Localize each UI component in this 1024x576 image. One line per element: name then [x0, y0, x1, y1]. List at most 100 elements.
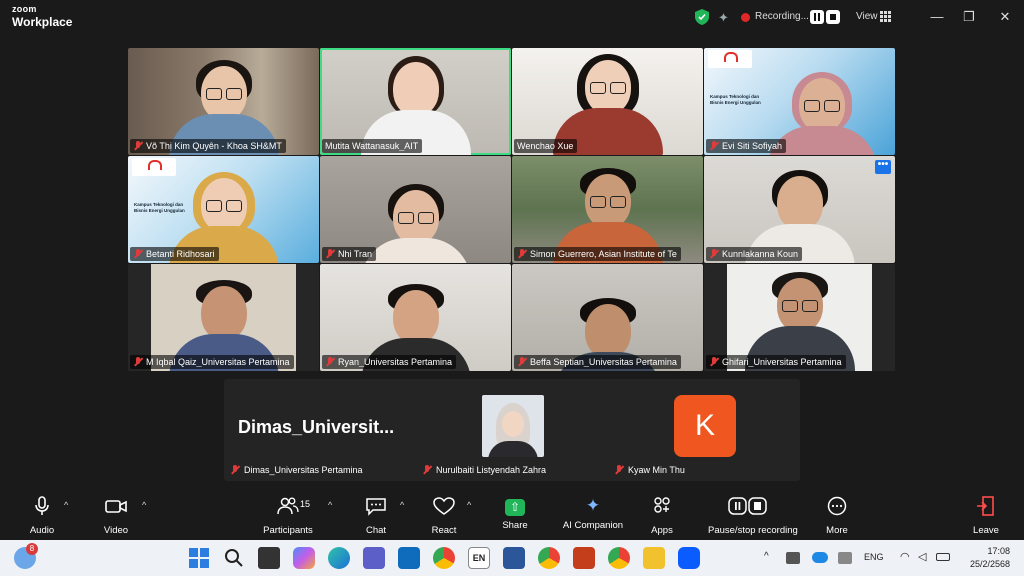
react-label: React — [431, 525, 457, 536]
participant-name-tag: Betanti Ridhosari — [130, 247, 219, 261]
zoom-logo: zoom Workplace — [12, 5, 73, 29]
taskbar-clock[interactable]: 17:08 25/2/2568 — [962, 545, 1010, 570]
outlook-icon[interactable] — [398, 547, 420, 569]
video-tile[interactable]: Nhi Tran — [320, 156, 511, 263]
mic-muted-icon — [133, 141, 143, 151]
video-tile[interactable]: Kampus Teknologi dan Bisnis Energi Unggu… — [704, 48, 895, 155]
task-view-icon[interactable] — [258, 547, 280, 569]
volume-icon[interactable]: ◁ — [918, 550, 926, 563]
video-tile[interactable]: Kampus Teknologi dan Bisnis Energi Unggu… — [128, 156, 319, 263]
participant-name-tag: Simon Guerrero, Asian Institute of Te — [514, 247, 681, 261]
onedrive-icon[interactable] — [812, 552, 828, 563]
video-tile-active-speaker[interactable]: Mutita Wattanasuk_AIT — [320, 48, 511, 155]
video-tile[interactable]: Beffa Septian_Universitas Pertamina — [512, 264, 703, 371]
video-options-chevron-icon[interactable]: ^ — [142, 500, 146, 510]
search-icon[interactable] — [223, 547, 245, 569]
share-button[interactable]: ⇧ Share — [475, 496, 555, 538]
participant-video — [360, 184, 471, 263]
participant-big-name[interactable]: Dimas_Universit... — [238, 417, 394, 438]
pause-recording-button[interactable] — [810, 10, 824, 24]
shield-icon[interactable] — [695, 9, 709, 25]
battery-icon[interactable] — [936, 553, 950, 561]
edge-browser-icon[interactable] — [328, 547, 350, 569]
mic-muted-icon — [133, 249, 143, 259]
participant-name: Simon Guerrero, Asian Institute of Te — [530, 249, 677, 259]
participant-name-tag: Dimas_Universitas Pertamina — [230, 463, 363, 477]
tray-app-icon[interactable] — [838, 552, 852, 564]
pertamina-logo — [132, 158, 176, 176]
participant-name: Nurulbaiti Listyendah Zahra — [436, 465, 547, 475]
apps-label: Apps — [651, 525, 673, 536]
video-tile[interactable]: Wenchao Xue — [512, 48, 703, 155]
brand-workplace: Workplace — [12, 15, 73, 29]
copilot-icon[interactable] — [293, 547, 315, 569]
word-icon[interactable] — [503, 547, 525, 569]
tile-more-options-button[interactable]: ••• — [875, 160, 891, 174]
react-options-chevron-icon[interactable]: ^ — [467, 500, 471, 510]
mic-muted-icon — [517, 357, 527, 367]
teams-icon[interactable] — [363, 547, 385, 569]
video-gallery: Võ Thị Kim Quyên - Khoa SH&MT Mutita Wat… — [128, 48, 896, 372]
participants-button[interactable]: 15 Participants — [248, 496, 328, 538]
chrome-second-icon[interactable] — [608, 547, 630, 569]
react-button[interactable]: React — [404, 496, 484, 538]
more-button[interactable]: More — [797, 496, 877, 538]
audio-options-chevron-icon[interactable]: ^ — [64, 500, 68, 510]
ai-sparkle-icon[interactable]: ✦ — [718, 10, 729, 26]
leave-button[interactable]: Leave — [946, 496, 1024, 538]
ai-companion-button[interactable]: ✦ AI Companion — [553, 496, 633, 538]
restore-icon[interactable]: ❐ — [960, 8, 978, 26]
chrome-icon[interactable] — [433, 547, 455, 569]
zoom-app-icon[interactable] — [678, 547, 700, 569]
recording-indicator-icon — [741, 13, 750, 22]
chrome-profile-icon[interactable] — [538, 547, 560, 569]
windows-start-icon[interactable] — [188, 547, 210, 569]
participant-name-tag: Kyaw Min Thu — [614, 463, 685, 477]
video-tile[interactable]: M Iqbal Qaiz_Universitas Pertamina — [128, 264, 319, 371]
participant-profile-photo[interactable] — [482, 395, 544, 457]
participant-name: Dimas_Universitas Pertamina — [244, 465, 363, 475]
participant-name-tag: Kunnlakanna Koun — [706, 247, 803, 261]
leave-door-icon — [977, 496, 994, 516]
mic-muted-icon — [614, 465, 624, 475]
meeting-controls: Audio ^ Video ^ 15 Participants ^ Chat ^… — [0, 490, 1024, 540]
video-tile[interactable]: ••• Kunnlakanna Koun — [704, 156, 895, 263]
heart-icon — [433, 497, 455, 515]
participant-name-tag: Ghifari_Universitas Pertamina — [706, 355, 846, 369]
close-icon[interactable]: ✕ — [996, 8, 1014, 26]
video-tile[interactable]: Võ Thị Kim Quyên - Khoa SH&MT — [128, 48, 319, 155]
apps-button[interactable]: Apps — [622, 496, 702, 538]
mic-muted-icon — [325, 249, 335, 259]
input-language-indicator[interactable]: ENG — [864, 552, 884, 562]
stop-recording-button[interactable] — [826, 10, 840, 24]
powerpoint-icon[interactable] — [573, 547, 595, 569]
notification-badge: 8 — [26, 543, 38, 555]
leave-label: Leave — [973, 525, 999, 536]
audio-button[interactable]: Audio — [2, 496, 82, 538]
participant-name: Kunnlakanna Koun — [722, 249, 799, 259]
video-tile[interactable]: Ryan_Universitas Pertamina — [320, 264, 511, 371]
network-drive-icon[interactable] — [786, 552, 800, 564]
more-icon — [827, 496, 847, 516]
participant-name-tag: Nurulbaiti Listyendah Zahra — [422, 463, 546, 477]
show-hidden-icons-chevron-icon[interactable]: ^ — [764, 551, 769, 562]
wifi-icon[interactable]: ◠ — [900, 550, 910, 563]
recording-label: Recording... — [755, 11, 809, 22]
video-tile[interactable]: Simon Guerrero, Asian Institute of Te — [512, 156, 703, 263]
participant-initial-avatar[interactable]: K — [674, 395, 736, 457]
banner-text: Kampus Teknologi dan Bisnis Energi Unggu… — [710, 94, 761, 105]
pause-stop-recording-button[interactable]: Pause/stop recording — [708, 496, 798, 538]
windows-taskbar: 8 EN ^ ENG ◠ ◁ 17:08 25/2/2568 — [0, 540, 1024, 576]
minimize-icon[interactable]: — — [928, 8, 946, 26]
participants-count: 15 — [300, 499, 311, 509]
language-app-icon[interactable]: EN — [468, 547, 490, 569]
participants-options-chevron-icon[interactable]: ^ — [328, 500, 332, 510]
gallery-grid-icon[interactable] — [880, 11, 891, 22]
view-button[interactable]: View — [856, 11, 878, 22]
video-tile[interactable]: Ghifari_Universitas Pertamina — [704, 264, 895, 371]
participant-name: Beffa Septian_Universitas Pertamina — [530, 357, 677, 367]
title-bar: zoom Workplace ✦ Recording... View — ❐ ✕ — [0, 0, 1024, 34]
participant-name: Nhi Tran — [338, 249, 373, 259]
participants-icon — [277, 497, 299, 515]
file-explorer-icon[interactable] — [643, 547, 665, 569]
